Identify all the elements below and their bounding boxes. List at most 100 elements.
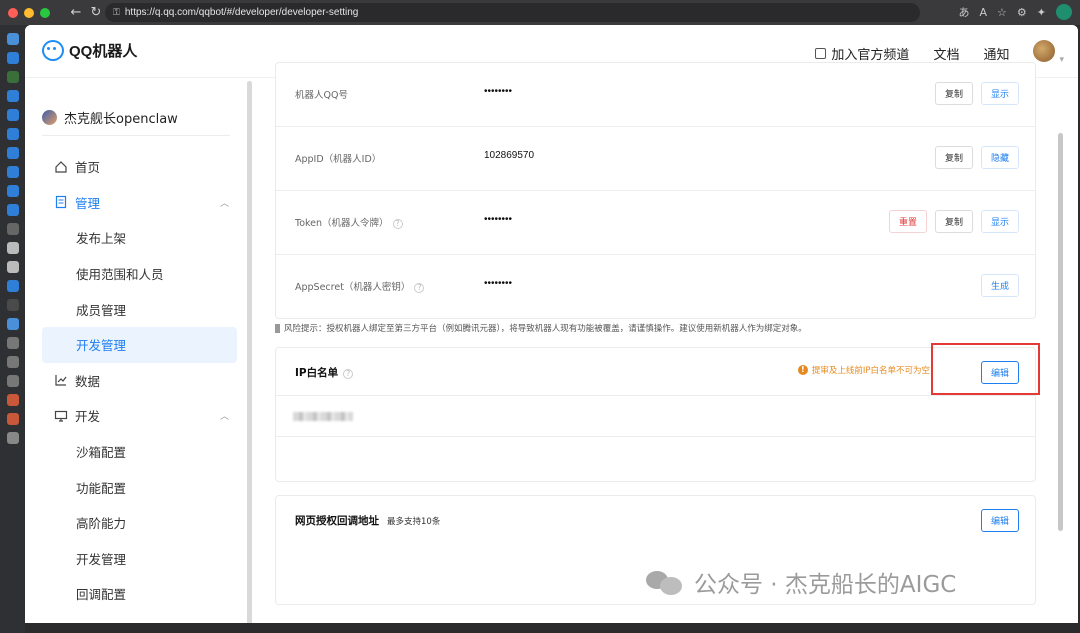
extension-icon[interactable]: ⚙: [1017, 6, 1027, 19]
credential-value: ••••••••: [484, 278, 513, 289]
rail-app-icon[interactable]: [6, 90, 19, 102]
rail-app-icon[interactable]: [6, 71, 19, 83]
docs-link[interactable]: 文档: [933, 44, 959, 63]
back-icon[interactable]: ←: [66, 5, 86, 20]
chevron-up-icon: ︿: [219, 198, 229, 209]
qq-bot-logo[interactable]: QQ机器人: [42, 40, 137, 61]
maximize-window-button[interactable]: [40, 7, 50, 18]
sidebar-item-member-management[interactable]: 成员管理: [42, 291, 237, 327]
rail-app-icon[interactable]: [6, 318, 19, 330]
edit-oauth-callback-button[interactable]: 编辑: [980, 509, 1019, 532]
credential-value: ••••••••: [484, 86, 513, 97]
sidebar-scrollbar[interactable]: [247, 81, 252, 623]
sidebar: 杰克舰长openclaw 首页 管理 ︿ 发布上架 使用范围和人员 成员管理 开…: [25, 78, 247, 623]
join-channel-label: 加入官方频道: [831, 47, 910, 63]
home-icon: [55, 160, 67, 173]
copy-button[interactable]: 复制: [934, 210, 973, 233]
translate-icon[interactable]: あ: [959, 4, 970, 20]
generate-button[interactable]: 生成: [980, 274, 1019, 297]
sidebar-item-data[interactable]: 数据: [42, 363, 237, 399]
sidebar-group-develop[interactable]: 开发 ︿: [42, 398, 237, 434]
sidebar-item-feature-config[interactable]: 功能配置: [42, 469, 237, 505]
credential-label: AppSecret（机器人密钥）?: [295, 279, 425, 293]
sidebar-item-label: 沙箱配置: [76, 445, 127, 461]
rail-app-icon[interactable]: [6, 52, 19, 64]
copy-button[interactable]: 复制: [934, 82, 973, 105]
sidebar-item-sandbox[interactable]: 沙箱配置: [42, 434, 237, 470]
sidebar-item-label: 开发管理: [76, 338, 127, 354]
content-scrollbar[interactable]: [1058, 133, 1063, 531]
show-button[interactable]: 显示: [980, 82, 1019, 105]
rail-app-icon[interactable]: [6, 128, 19, 140]
rail-app-icon[interactable]: [6, 337, 19, 349]
warning-text: 提审及上线前IP白名单不可为空: [811, 366, 930, 376]
browser-side-rail: [0, 25, 25, 633]
close-window-button[interactable]: [8, 7, 18, 18]
rail-app-icon[interactable]: [6, 223, 19, 235]
rail-app-icon[interactable]: [6, 109, 19, 121]
copy-button[interactable]: 复制: [934, 146, 973, 169]
credential-label-text: AppSecret（机器人密钥）: [295, 282, 411, 293]
ip-whitelist-card: IP白名单? ! 提审及上线前IP白名单不可为空 编辑: [275, 347, 1036, 482]
sidebar-item-dev-management[interactable]: 开发管理: [42, 326, 237, 363]
reset-button[interactable]: 重置: [888, 210, 927, 233]
rail-app-icon[interactable]: [6, 280, 19, 292]
sidebar-group-manage[interactable]: 管理 ︿: [42, 185, 237, 221]
show-button[interactable]: 显示: [980, 210, 1019, 233]
help-icon[interactable]: ?: [392, 219, 403, 229]
credential-label: 机器人QQ号: [295, 90, 348, 101]
sidebar-item-home[interactable]: 首页: [42, 149, 237, 185]
risk-notice-text: 风险提示：授权机器人绑定至第三方平台（例如腾讯元器），将导致机器人现有功能被覆盖…: [284, 324, 807, 334]
rail-app-icon[interactable]: [6, 147, 19, 159]
rail-app-icon[interactable]: [6, 242, 19, 254]
sidebar-item-label: 管理: [75, 195, 101, 211]
sidebar-item-label: 成员管理: [76, 302, 127, 318]
ip-whitelist-title: IP白名单?: [295, 365, 354, 380]
sidebar-item-label: 开发管理: [76, 551, 127, 567]
rail-app-icon[interactable]: [6, 356, 19, 368]
rail-add-icon[interactable]: [6, 432, 19, 444]
site-info-icon[interactable]: ⚿: [113, 7, 120, 18]
sidebar-item-label: 首页: [75, 160, 101, 176]
sidebar-item-scope-members[interactable]: 使用范围和人员: [42, 256, 237, 292]
star-icon[interactable]: ☆: [997, 6, 1007, 19]
sidebar-item-dev-management-2[interactable]: 开发管理: [42, 541, 237, 577]
rail-app-icon[interactable]: [6, 204, 19, 216]
rail-app-icon[interactable]: [6, 413, 19, 425]
wechat-icon: [646, 568, 686, 596]
address-bar[interactable]: ⚿ https://q.qq.com/qqbot/#/developer/dev…: [105, 3, 920, 22]
sidebar-item-label: 功能配置: [76, 480, 127, 496]
notification-link[interactable]: 通知: [983, 44, 1009, 63]
hide-button[interactable]: 隐藏: [980, 146, 1019, 169]
sidebar-item-advanced[interactable]: 高阶能力: [42, 505, 237, 541]
credential-row-appid: AppID（机器人ID） 102869570 复制 隐藏: [276, 127, 1035, 191]
sidebar-item-label: 回调配置: [76, 587, 127, 603]
credential-label: Token（机器人令牌）?: [295, 215, 403, 229]
puzzle-icon[interactable]: ✦: [1037, 6, 1046, 19]
credential-label-text: Token（机器人令牌）: [295, 218, 389, 229]
rail-app-icon[interactable]: [6, 33, 19, 45]
user-menu[interactable]: ▾: [1033, 40, 1064, 66]
sidebar-item-label: 数据: [75, 373, 101, 389]
minimize-window-button[interactable]: [24, 7, 34, 18]
rail-app-icon[interactable]: [6, 185, 19, 197]
robot-icon: [42, 40, 64, 61]
sidebar-item-publish[interactable]: 发布上架: [42, 220, 237, 256]
reader-icon[interactable]: A: [980, 6, 988, 19]
join-channel-link[interactable]: 加入官方频道: [815, 44, 909, 63]
credential-row-qq: 机器人QQ号 •••••••• 复制 显示: [276, 63, 1035, 127]
notice-bar-icon: [275, 323, 280, 333]
rail-app-icon[interactable]: [6, 394, 19, 406]
sidebar-item-label: 开发: [75, 409, 101, 425]
rail-app-icon[interactable]: [6, 166, 19, 178]
profile-icon[interactable]: [1056, 4, 1072, 20]
sidebar-item-callback[interactable]: 回调配置: [42, 576, 237, 612]
reload-icon[interactable]: ↻: [86, 5, 106, 20]
help-icon[interactable]: ?: [414, 283, 425, 293]
rail-app-icon[interactable]: [6, 375, 19, 387]
help-icon[interactable]: ?: [343, 369, 354, 379]
bot-selector[interactable]: 杰克舰长openclaw: [42, 108, 178, 127]
rail-app-icon[interactable]: [6, 261, 19, 273]
credential-actions: 复制 隐藏: [934, 146, 1019, 169]
rail-app-icon[interactable]: [6, 299, 19, 311]
